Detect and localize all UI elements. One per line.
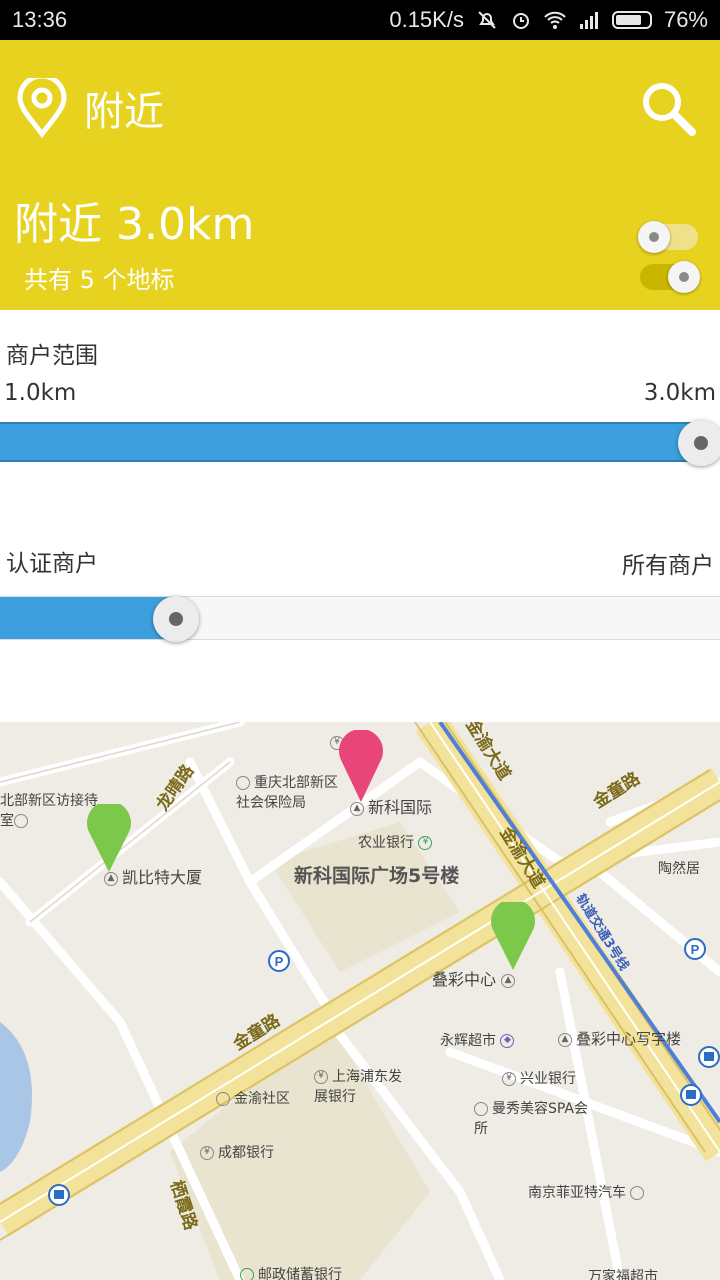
range-min-label: 1.0km: [4, 380, 77, 406]
area-label: 新科国际广场5号楼: [294, 865, 460, 887]
status-time: 13:36: [12, 7, 68, 32]
poi[interactable]: 万家福超市: [588, 1266, 658, 1280]
network-speed: 0.15K/s: [389, 7, 464, 32]
landmark-count: 共有 5 个地标: [24, 266, 175, 294]
bank-icon: ¥: [314, 1070, 328, 1084]
bus-stop-icon[interactable]: [48, 1184, 70, 1206]
map-marker-green[interactable]: [86, 804, 132, 874]
battery-icon: [611, 11, 652, 29]
poi[interactable]: ▲ 叠彩中心写字楼: [558, 1028, 681, 1049]
poi-icon: [236, 776, 250, 790]
range-slider-track[interactable]: [0, 422, 720, 462]
svg-text:P: P: [691, 942, 700, 957]
mute-icon: [478, 11, 496, 29]
merchant-slider-fill: [0, 597, 176, 639]
poi-icon: [474, 1102, 488, 1116]
radius-title: 附近 3.0km: [14, 199, 255, 250]
bus-stop-icon[interactable]: [698, 1046, 720, 1068]
poi[interactable]: 农业银行 ¥: [358, 832, 436, 852]
poi[interactable]: 邮政储蓄银行: [240, 1264, 342, 1280]
search-icon[interactable]: [638, 78, 698, 138]
poi[interactable]: ¥ 成都银行: [200, 1142, 274, 1162]
bank-icon: ¥: [418, 836, 433, 850]
merchant-slider-thumb[interactable]: [153, 596, 199, 642]
poi[interactable]: ¥ 兴业银行: [502, 1068, 576, 1088]
certified-merchant-label: 认证商户: [6, 551, 98, 577]
range-max-label: 3.0km: [643, 380, 716, 406]
status-bar: 13:36 0.15K/s 76%: [0, 0, 720, 40]
post-icon: [240, 1268, 254, 1280]
poi[interactable]: 重庆北部新区社会保险局: [236, 772, 346, 812]
svg-text:P: P: [275, 954, 284, 969]
poi[interactable]: 永辉超市 ◆: [440, 1030, 518, 1050]
toggle-knob: [638, 221, 670, 253]
poi[interactable]: 金渝社区: [216, 1088, 290, 1108]
poi[interactable]: 曼秀美容SPA会所: [474, 1098, 594, 1138]
map-marker-green[interactable]: [490, 902, 536, 972]
page-title: 附近: [84, 89, 164, 135]
battery-percent: 76%: [663, 7, 708, 32]
all-merchant-label: 所有商户: [622, 553, 714, 579]
map-marker-selected[interactable]: [338, 730, 384, 804]
alarm-icon: [512, 13, 529, 29]
toggle-switch-2[interactable]: [640, 261, 700, 293]
wifi-icon: [544, 11, 566, 29]
location-pin-icon: [17, 78, 67, 138]
toggle-switch-1[interactable]: [638, 221, 698, 253]
signal-icon: [579, 12, 598, 29]
poi-icon: [216, 1092, 230, 1106]
range-label: 商户范围: [6, 343, 98, 369]
shop-icon: ◆: [500, 1034, 515, 1048]
poi[interactable]: 北部新区访接待室: [0, 790, 100, 830]
bus-stop-icon[interactable]: [680, 1084, 702, 1106]
poi[interactable]: 陶然居: [658, 858, 700, 878]
poi-icon: [14, 814, 28, 828]
parking-icon: P: [684, 938, 706, 960]
header: 附近 附近 3.0km 共有 5 个地标: [0, 40, 720, 310]
map-view[interactable]: 龙晴路 金渝大道 金童路 金渝大道 金童路 栖霞路 轨道交通3号线 新科国际广场…: [0, 722, 720, 1280]
poi[interactable]: ¥ 上海浦东发展银行: [314, 1066, 404, 1106]
toggle-knob: [668, 261, 700, 293]
bank-icon: ¥: [502, 1072, 516, 1086]
parking-icon: P: [268, 950, 290, 972]
bank-icon: ¥: [200, 1146, 214, 1160]
title-row: 附近: [14, 78, 164, 138]
merchant-slider-track[interactable]: [0, 596, 720, 640]
range-slider-thumb[interactable]: [678, 420, 720, 466]
building-icon: ▲: [501, 973, 516, 988]
poi[interactable]: 南京菲亚特汽车: [528, 1182, 648, 1202]
building-icon: ▲: [558, 1032, 572, 1047]
car-icon: [630, 1186, 645, 1200]
